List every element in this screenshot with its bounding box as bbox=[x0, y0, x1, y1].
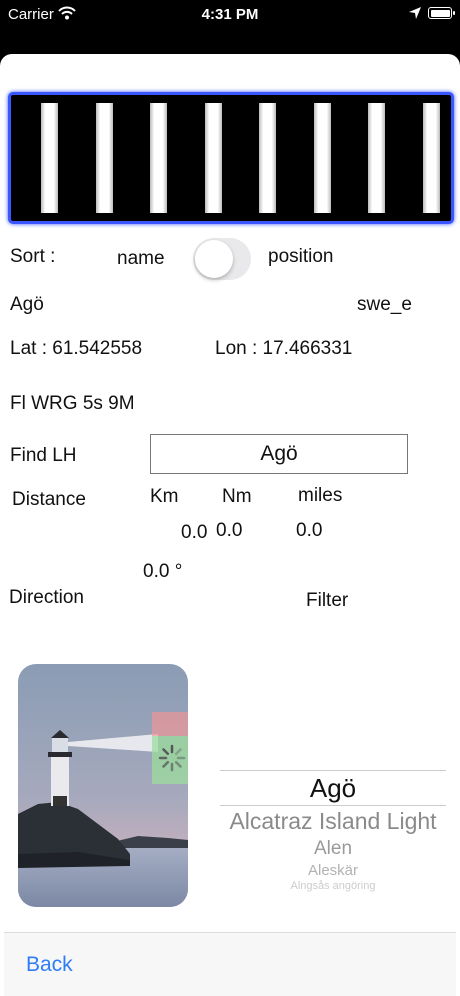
flash-bar bbox=[41, 103, 58, 213]
light-characteristic: Fl WRG 5s 9M bbox=[10, 393, 135, 414]
sort-toggle[interactable] bbox=[193, 238, 251, 280]
location-arrow-icon bbox=[409, 7, 421, 19]
sort-label: Sort : bbox=[10, 246, 56, 267]
sort-option-name: name bbox=[117, 248, 165, 269]
light-name: Agö bbox=[10, 294, 44, 315]
light-region: swe_e bbox=[357, 294, 412, 315]
bottom-toolbar: Back bbox=[4, 932, 456, 996]
filter-label: Filter bbox=[306, 590, 349, 611]
nm-unit-label: Nm bbox=[222, 486, 252, 507]
flash-bar bbox=[368, 103, 385, 213]
direction-value: 0.0 ° bbox=[143, 561, 183, 582]
toggle-knob[interactable] bbox=[195, 240, 233, 278]
distance-km-value: 0.0 bbox=[181, 522, 208, 543]
flash-bar bbox=[313, 103, 331, 213]
detail-sheet: Sort : name position Agö swe_e Lat : 61.… bbox=[0, 54, 460, 996]
find-lh-label: Find LH bbox=[10, 445, 77, 466]
picker-item[interactable]: Alcatraz Island Light bbox=[220, 808, 446, 835]
latitude-value: Lat : 61.542558 bbox=[10, 338, 143, 359]
flash-bar bbox=[422, 103, 440, 213]
lighthouse-photo bbox=[18, 664, 188, 907]
flash-pattern-preview bbox=[8, 92, 454, 224]
miles-unit-label: miles bbox=[298, 485, 343, 506]
lighthouse-picker[interactable]: Agö Alcatraz Island Light Alen Aleskär A… bbox=[220, 754, 446, 894]
distance-label: Distance bbox=[12, 489, 86, 510]
picker-item[interactable]: Alen bbox=[220, 838, 446, 860]
km-unit-label: Km bbox=[150, 486, 179, 507]
battery-icon bbox=[428, 7, 455, 19]
distance-nm-value: 0.0 bbox=[216, 520, 243, 541]
flash-bar bbox=[204, 103, 222, 213]
picker-item[interactable]: Aleskär bbox=[220, 862, 446, 879]
status-bar: Carrier 4:31 PM bbox=[0, 0, 460, 34]
distance-miles-value: 0.0 bbox=[296, 520, 323, 541]
back-button[interactable]: Back bbox=[26, 953, 73, 977]
picker-item[interactable]: Alngsås angöring bbox=[220, 880, 446, 892]
flash-bar bbox=[150, 103, 167, 213]
longitude-value: Lon : 17.466331 bbox=[215, 338, 353, 359]
flash-bar bbox=[95, 103, 113, 213]
direction-label: Direction bbox=[9, 587, 84, 608]
sort-option-position: position bbox=[268, 246, 334, 267]
find-lh-input[interactable]: Agö bbox=[150, 434, 408, 474]
picker-item-selected[interactable]: Agö bbox=[220, 770, 446, 806]
clock: 4:31 PM bbox=[201, 6, 259, 23]
flash-bar bbox=[259, 103, 276, 213]
